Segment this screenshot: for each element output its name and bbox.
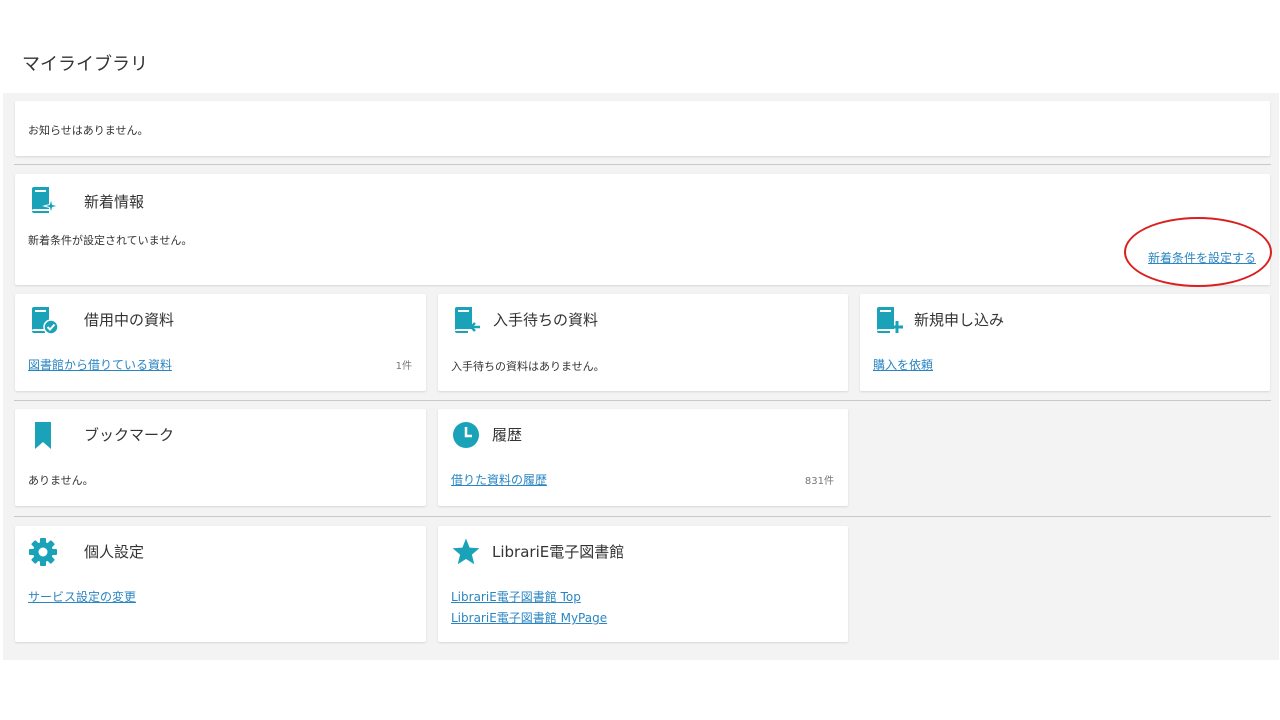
borrowing-card: 借用中の資料 図書館から借りている資料 1件 — [15, 294, 426, 391]
notice-card: お知らせはありません。 — [15, 101, 1270, 156]
divider — [14, 400, 1271, 401]
history-count: 831件 — [804, 476, 834, 487]
borrowed-materials-link[interactable]: 図書館から借りている資料 — [28, 356, 172, 373]
clock-icon — [453, 422, 479, 448]
librarie-card: LibrariE電子図書館 LibrariE電子図書館 Top LibrariE… — [438, 526, 848, 642]
history-card: 履歴 借りた資料の履歴 831件 — [438, 409, 848, 506]
new-request-title: 新規申し込み — [914, 311, 1005, 329]
new-info-status: 新着条件が設定されていません。 — [28, 234, 193, 247]
book-sparkle-icon — [32, 187, 58, 215]
bookmark-status: ありません。 — [28, 474, 94, 487]
bookmark-title: ブックマーク — [84, 426, 175, 444]
page-title: マイライブラリ — [22, 54, 148, 75]
book-arrow-icon — [455, 307, 480, 333]
new-info-title: 新着情報 — [84, 193, 145, 211]
borrowing-title: 借用中の資料 — [84, 311, 175, 329]
bookmark-card: ブックマーク ありません。 — [15, 409, 426, 506]
notice-text: お知らせはありません。 — [28, 124, 149, 137]
waiting-title: 入手待ちの資料 — [493, 311, 599, 329]
borrowed-count: 1件 — [395, 361, 412, 372]
waiting-card: 入手待ちの資料 入手待ちの資料はありません。 — [438, 294, 848, 391]
divider — [14, 516, 1271, 517]
divider — [14, 164, 1271, 165]
borrow-history-link[interactable]: 借りた資料の履歴 — [451, 471, 547, 488]
book-plus-icon — [877, 307, 903, 333]
purchase-request-link[interactable]: 購入を依頼 — [873, 356, 933, 373]
new-info-card: 新着情報 新着条件が設定されていません。 新着条件を設定する — [15, 174, 1270, 285]
history-title: 履歴 — [492, 426, 523, 444]
service-settings-link[interactable]: サービス設定の変更 — [28, 588, 136, 605]
librarie-top-link[interactable]: LibrariE電子図書館 Top — [451, 588, 581, 605]
new-request-card: 新規申し込み 購入を依頼 — [860, 294, 1270, 391]
settings-card: 個人設定 サービス設定の変更 — [15, 526, 426, 642]
settings-title: 個人設定 — [84, 543, 145, 561]
set-new-conditions-link[interactable]: 新着条件を設定する — [1148, 249, 1256, 266]
bookmark-icon — [35, 422, 51, 449]
star-icon — [452, 538, 480, 565]
librarie-title: LibrariE電子図書館 — [492, 543, 625, 561]
book-check-icon — [32, 307, 58, 335]
librarie-mypage-link[interactable]: LibrariE電子図書館 MyPage — [451, 609, 607, 626]
waiting-status: 入手待ちの資料はありません。 — [451, 360, 605, 373]
gear-icon — [29, 538, 57, 566]
